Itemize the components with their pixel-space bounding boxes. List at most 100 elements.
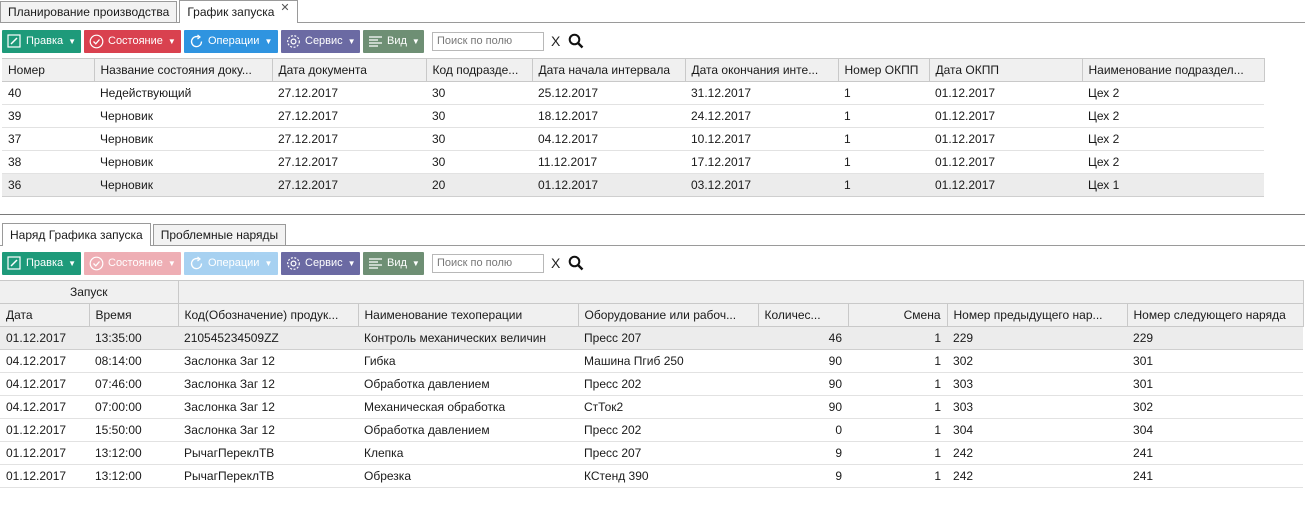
chevron-down-icon: ▼: [167, 258, 176, 268]
table-cell: Контроль механических величин: [358, 326, 579, 350]
column-header[interactable]: Код подразде...: [426, 58, 533, 82]
table-cell: 18.12.2017: [532, 104, 685, 128]
table-cell: 1: [838, 81, 929, 105]
operations-label: Операции: [208, 35, 260, 47]
table-cell: 1: [848, 349, 948, 373]
tab-production-planning[interactable]: Планирование производства: [0, 1, 178, 22]
column-header[interactable]: Код(Обозначение) продук...: [178, 303, 359, 327]
table-cell: Цех 2: [1082, 127, 1264, 151]
table-cell: 242: [947, 441, 1128, 465]
table-cell: Пресс 207: [578, 441, 759, 465]
table-cell: Клепка: [358, 441, 579, 465]
table-row[interactable]: 04.12.2017 07:00:00 Заслонка Заг 12 Механич…: [0, 395, 1304, 419]
table-cell: Черновик: [94, 150, 272, 174]
edit-label: Правка: [26, 257, 64, 269]
column-header[interactable]: Оборудование или рабоч...: [578, 303, 759, 327]
table-cell: 30: [426, 104, 532, 128]
table-cell: Недействующий: [94, 81, 272, 105]
column-header[interactable]: Время: [89, 303, 179, 327]
column-header[interactable]: Номер: [2, 58, 95, 82]
table-cell: 31.12.2017: [685, 81, 838, 105]
column-header[interactable]: Номер ОКПП: [838, 58, 930, 82]
table-cell: 04.12.2017: [532, 127, 685, 151]
table-cell: 04.12.2017: [0, 349, 89, 373]
table-cell: 90: [758, 349, 849, 373]
edit-label: Правка: [26, 35, 64, 47]
table-cell: 1: [848, 326, 948, 350]
column-header[interactable]: Название состояния доку...: [94, 58, 273, 82]
table-cell: 1: [848, 372, 948, 396]
edit-menu-button[interactable]: Правка ▼: [2, 251, 81, 275]
table-cell: 303: [947, 372, 1128, 396]
column-header[interactable]: Номер предыдущего нар...: [947, 303, 1128, 327]
table-cell: 301: [1127, 372, 1304, 396]
tab-launch-schedule[interactable]: График запуска ✕: [179, 0, 298, 23]
tab-problem-orders[interactable]: Проблемные наряды: [152, 224, 287, 245]
table-cell: 27.12.2017: [272, 173, 426, 197]
table-row[interactable]: 04.12.2017 07:46:00 Заслонка Заг 12 Обработ…: [0, 372, 1304, 396]
table-cell: 1: [848, 395, 948, 419]
state-menu-button[interactable]: Состояние ▼: [84, 251, 181, 275]
view-menu-button[interactable]: Вид ▼: [363, 29, 424, 53]
table-cell: 17.12.2017: [685, 150, 838, 174]
search-icon[interactable]: [568, 33, 584, 49]
column-header[interactable]: Наименование подраздел...: [1082, 58, 1265, 82]
table-row[interactable]: 01.12.2017 13:12:00 РычагПереклТВ Клепка Пре…: [0, 441, 1304, 465]
table-cell: 302: [1127, 395, 1304, 419]
table-cell: 229: [947, 326, 1128, 350]
column-header[interactable]: Дата ОКПП: [929, 58, 1083, 82]
view-menu-button[interactable]: Вид ▼: [363, 251, 424, 275]
table-cell: 07:00:00: [89, 395, 179, 419]
search-icon[interactable]: [568, 255, 584, 271]
table-cell: 27.12.2017: [272, 150, 426, 174]
column-header[interactable]: Дата начала интервала: [532, 58, 686, 82]
tab-launch-orders[interactable]: Наряд Графика запуска: [2, 223, 151, 246]
column-header[interactable]: Количес...: [758, 303, 849, 327]
table-cell: СтТок2: [578, 395, 759, 419]
table-cell: Цех 2: [1082, 81, 1264, 105]
service-label: Сервис: [305, 35, 343, 47]
table-cell: 38: [2, 150, 94, 174]
column-header[interactable]: Дата: [0, 303, 90, 327]
column-header[interactable]: Смена: [848, 303, 948, 327]
service-menu-button[interactable]: Сервис ▼: [281, 251, 360, 275]
table-cell: РычагПереклТВ: [178, 464, 359, 488]
splitter[interactable]: [0, 214, 1305, 215]
table-cell: Черновик: [94, 173, 272, 197]
view-label: Вид: [387, 257, 407, 269]
table-cell: 1: [848, 418, 948, 442]
clear-search-button[interactable]: X: [551, 33, 560, 49]
state-menu-button[interactable]: Состояние ▼: [84, 29, 181, 53]
service-menu-button[interactable]: Сервис ▼: [281, 29, 360, 53]
table-row[interactable]: 36 Черновик 27.12.2017 20 01.12.2017 03.12.20…: [2, 173, 1264, 197]
table-row[interactable]: 38 Черновик 27.12.2017 30 11.12.2017 17.12.20…: [2, 150, 1264, 174]
close-icon[interactable]: ✕: [280, 1, 289, 14]
column-header[interactable]: Наименование техоперации: [358, 303, 579, 327]
column-header[interactable]: Номер следующего наряда: [1127, 303, 1304, 327]
column-header[interactable]: Дата окончания инте...: [685, 58, 839, 82]
search-input[interactable]: [432, 253, 544, 273]
table-cell: 9: [758, 441, 849, 465]
operations-menu-button[interactable]: Операции ▼: [184, 29, 278, 53]
table-cell: Пресс 202: [578, 372, 759, 396]
table-cell: 1: [838, 173, 929, 197]
chevron-down-icon: ▼: [264, 36, 273, 46]
operations-menu-button[interactable]: Операции ▼: [184, 251, 278, 275]
table-row[interactable]: 01.12.2017 15:50:00 Заслонка Заг 12 Обработ…: [0, 418, 1304, 442]
detail-tabs: Наряд Графика запуска Проблемные наряды: [0, 223, 1305, 246]
table-row[interactable]: 39 Черновик 27.12.2017 30 18.12.2017 24.12.20…: [2, 104, 1264, 128]
table-row[interactable]: 40 Недействующий 27.12.2017 30 25.12.2017 31.…: [2, 81, 1264, 105]
table-row[interactable]: 01.12.2017 13:35:00 210545234509ZZ Контроль…: [0, 326, 1304, 350]
search-input[interactable]: [432, 31, 544, 51]
clear-search-button[interactable]: X: [551, 255, 560, 271]
edit-menu-button[interactable]: Правка ▼: [2, 29, 81, 53]
table-cell: 304: [947, 418, 1128, 442]
column-header[interactable]: Дата документа: [272, 58, 427, 82]
table-row[interactable]: 04.12.2017 08:14:00 Заслонка Заг 12 Гибка Ма…: [0, 349, 1304, 373]
table-row[interactable]: 01.12.2017 13:12:00 РычагПереклТВ Обрезка КС…: [0, 464, 1304, 488]
table-cell: 242: [947, 464, 1128, 488]
table-row[interactable]: 37 Черновик 27.12.2017 30 04.12.2017 10.12.20…: [2, 127, 1264, 151]
table-cell: Обработка давлением: [358, 418, 579, 442]
chevron-down-icon: ▼: [347, 36, 356, 46]
check-circle-icon: [88, 33, 104, 49]
